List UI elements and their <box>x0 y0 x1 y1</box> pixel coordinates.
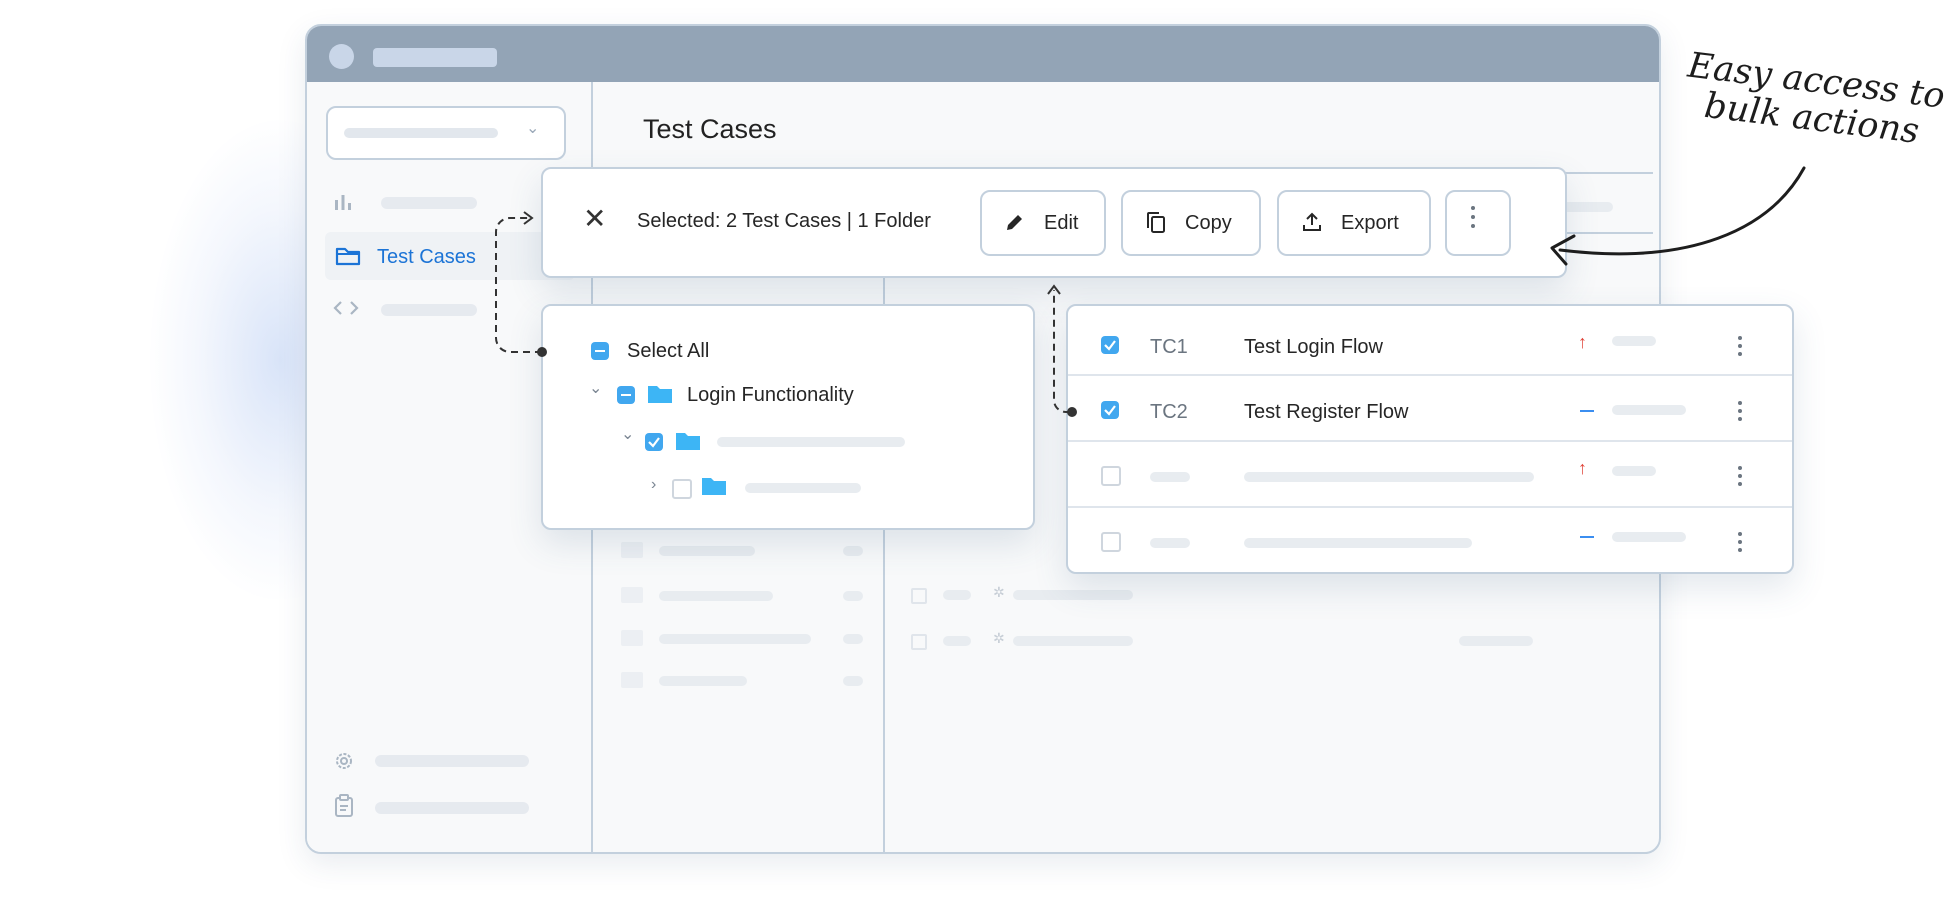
connector-overlay <box>495 166 1806 417</box>
